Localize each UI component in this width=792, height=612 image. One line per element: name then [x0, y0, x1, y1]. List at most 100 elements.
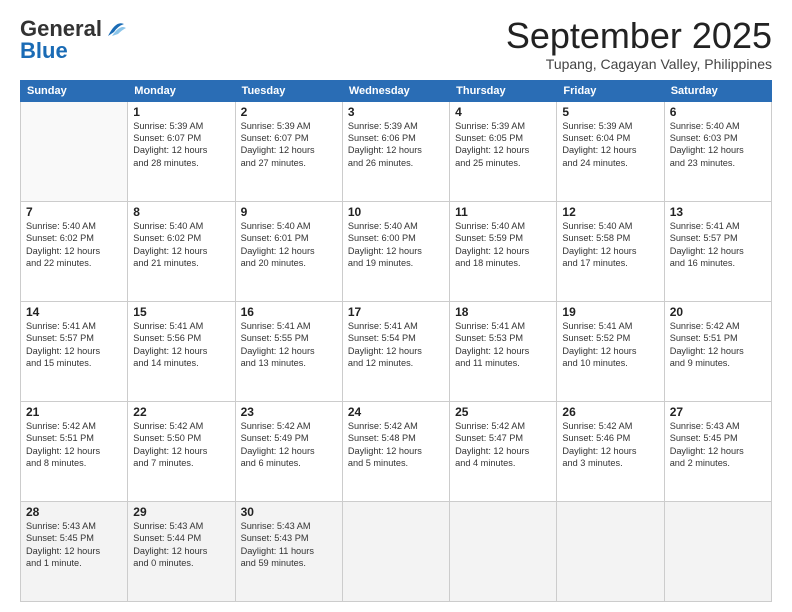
day-number: 20: [670, 305, 766, 319]
day-info: Sunrise: 5:41 AMSunset: 5:53 PMDaylight:…: [455, 320, 551, 370]
table-row: 5Sunrise: 5:39 AMSunset: 6:04 PMDaylight…: [557, 101, 664, 201]
col-sunday: Sunday: [21, 80, 128, 101]
day-info: Sunrise: 5:41 AMSunset: 5:57 PMDaylight:…: [26, 320, 122, 370]
table-row: 14Sunrise: 5:41 AMSunset: 5:57 PMDayligh…: [21, 301, 128, 401]
header: General Blue September 2025 Tupang, Caga…: [20, 16, 772, 72]
day-info: Sunrise: 5:40 AMSunset: 6:00 PMDaylight:…: [348, 220, 444, 270]
day-number: 4: [455, 105, 551, 119]
table-row: 3Sunrise: 5:39 AMSunset: 6:06 PMDaylight…: [342, 101, 449, 201]
day-info: Sunrise: 5:39 AMSunset: 6:04 PMDaylight:…: [562, 120, 658, 170]
table-row: 21Sunrise: 5:42 AMSunset: 5:51 PMDayligh…: [21, 401, 128, 501]
table-row: 10Sunrise: 5:40 AMSunset: 6:00 PMDayligh…: [342, 201, 449, 301]
table-row: 1Sunrise: 5:39 AMSunset: 6:07 PMDaylight…: [128, 101, 235, 201]
table-row: 12Sunrise: 5:40 AMSunset: 5:58 PMDayligh…: [557, 201, 664, 301]
day-number: 22: [133, 405, 229, 419]
table-row: 30Sunrise: 5:43 AMSunset: 5:43 PMDayligh…: [235, 501, 342, 601]
day-info: Sunrise: 5:39 AMSunset: 6:07 PMDaylight:…: [133, 120, 229, 170]
day-info: Sunrise: 5:42 AMSunset: 5:51 PMDaylight:…: [670, 320, 766, 370]
table-row: 24Sunrise: 5:42 AMSunset: 5:48 PMDayligh…: [342, 401, 449, 501]
calendar-week-row: 7 Sunrise: 5:40 AMSunset: 6:02 PMDaylight…: [21, 201, 772, 301]
day-number: 8: [133, 205, 229, 219]
location-subtitle: Tupang, Cagayan Valley, Philippines: [506, 56, 772, 72]
table-row: 19Sunrise: 5:41 AMSunset: 5:52 PMDayligh…: [557, 301, 664, 401]
day-number: 2: [241, 105, 337, 119]
col-saturday: Saturday: [664, 80, 771, 101]
table-row: 18Sunrise: 5:41 AMSunset: 5:53 PMDayligh…: [450, 301, 557, 401]
day-info: Sunrise: 5:41 AMSunset: 5:55 PMDaylight:…: [241, 320, 337, 370]
day-number: 14: [26, 305, 122, 319]
day-number: 15: [133, 305, 229, 319]
day-info: Sunrise: 5:40 AMSunset: 6:02 PMDaylight:…: [133, 220, 229, 270]
day-number: 21: [26, 405, 122, 419]
day-number: 29: [133, 505, 229, 519]
table-row: 22Sunrise: 5:42 AMSunset: 5:50 PMDayligh…: [128, 401, 235, 501]
table-row: 26Sunrise: 5:42 AMSunset: 5:46 PMDayligh…: [557, 401, 664, 501]
day-number: 16: [241, 305, 337, 319]
table-row: 11Sunrise: 5:40 AMSunset: 5:59 PMDayligh…: [450, 201, 557, 301]
table-row: 28Sunrise: 5:43 AMSunset: 5:45 PMDayligh…: [21, 501, 128, 601]
day-number: 28: [26, 505, 122, 519]
table-row: 13Sunrise: 5:41 AMSunset: 5:57 PMDayligh…: [664, 201, 771, 301]
calendar-week-row: 14Sunrise: 5:41 AMSunset: 5:57 PMDayligh…: [21, 301, 772, 401]
table-row: 23Sunrise: 5:42 AMSunset: 5:49 PMDayligh…: [235, 401, 342, 501]
day-info: Sunrise: 5:39 AMSunset: 6:06 PMDaylight:…: [348, 120, 444, 170]
table-row: 4Sunrise: 5:39 AMSunset: 6:05 PMDaylight…: [450, 101, 557, 201]
table-row: 16Sunrise: 5:41 AMSunset: 5:55 PMDayligh…: [235, 301, 342, 401]
logo: General Blue: [20, 16, 126, 64]
day-info: Sunrise: 5:39 AMSunset: 6:05 PMDaylight:…: [455, 120, 551, 170]
day-number: 24: [348, 405, 444, 419]
day-number: 26: [562, 405, 658, 419]
day-info: Sunrise: 5:43 AMSunset: 5:43 PMDaylight:…: [241, 520, 337, 570]
day-number: 10: [348, 205, 444, 219]
col-thursday: Thursday: [450, 80, 557, 101]
day-number: 19: [562, 305, 658, 319]
day-number: 9: [241, 205, 337, 219]
table-row: 25Sunrise: 5:42 AMSunset: 5:47 PMDayligh…: [450, 401, 557, 501]
day-info: Sunrise: 5:43 AMSunset: 5:45 PMDaylight:…: [670, 420, 766, 470]
day-info: Sunrise: 5:42 AMSunset: 5:48 PMDaylight:…: [348, 420, 444, 470]
day-info: Sunrise: 5:42 AMSunset: 5:46 PMDaylight:…: [562, 420, 658, 470]
day-number: 3: [348, 105, 444, 119]
calendar-week-row: 28Sunrise: 5:43 AMSunset: 5:45 PMDayligh…: [21, 501, 772, 601]
day-info: Sunrise: 5:41 AMSunset: 5:54 PMDaylight:…: [348, 320, 444, 370]
day-number: 23: [241, 405, 337, 419]
day-info: Sunrise: 5:40 AMSunset: 5:58 PMDaylight:…: [562, 220, 658, 270]
day-number: 17: [348, 305, 444, 319]
col-monday: Monday: [128, 80, 235, 101]
day-number: 11: [455, 205, 551, 219]
day-number: 6: [670, 105, 766, 119]
col-tuesday: Tuesday: [235, 80, 342, 101]
day-info: Sunrise: 5:43 AMSunset: 5:44 PMDaylight:…: [133, 520, 229, 570]
table-row: 17Sunrise: 5:41 AMSunset: 5:54 PMDayligh…: [342, 301, 449, 401]
calendar-week-row: 1Sunrise: 5:39 AMSunset: 6:07 PMDaylight…: [21, 101, 772, 201]
day-info: Sunrise: 5:41 AMSunset: 5:57 PMDaylight:…: [670, 220, 766, 270]
day-number: 27: [670, 405, 766, 419]
day-info: Sunrise: 5:42 AMSunset: 5:51 PMDaylight:…: [26, 420, 122, 470]
day-info: Sunrise: 5:40 AMSunset: 6:03 PMDaylight:…: [670, 120, 766, 170]
table-row: 9Sunrise: 5:40 AMSunset: 6:01 PMDaylight…: [235, 201, 342, 301]
logo-wing-icon: [104, 18, 126, 40]
day-number: 25: [455, 405, 551, 419]
day-number: 13: [670, 205, 766, 219]
table-row: 29Sunrise: 5:43 AMSunset: 5:44 PMDayligh…: [128, 501, 235, 601]
month-title: September 2025: [506, 16, 772, 56]
day-info: Sunrise: 5:41 AMSunset: 5:52 PMDaylight:…: [562, 320, 658, 370]
table-row: 2Sunrise: 5:39 AMSunset: 6:07 PMDaylight…: [235, 101, 342, 201]
day-number: 12: [562, 205, 658, 219]
table-row: [450, 501, 557, 601]
table-row: [21, 101, 128, 201]
table-row: 15Sunrise: 5:41 AMSunset: 5:56 PMDayligh…: [128, 301, 235, 401]
logo-blue: Blue: [20, 38, 68, 64]
day-info: Sunrise: 5:42 AMSunset: 5:47 PMDaylight:…: [455, 420, 551, 470]
day-number: 7: [26, 205, 122, 219]
calendar-table: Sunday Monday Tuesday Wednesday Thursday…: [20, 80, 772, 602]
page: General Blue September 2025 Tupang, Caga…: [0, 0, 792, 612]
day-number: 5: [562, 105, 658, 119]
col-friday: Friday: [557, 80, 664, 101]
table-row: 8Sunrise: 5:40 AMSunset: 6:02 PMDaylight…: [128, 201, 235, 301]
day-info: Sunrise: 5:42 AMSunset: 5:49 PMDaylight:…: [241, 420, 337, 470]
table-row: 27Sunrise: 5:43 AMSunset: 5:45 PMDayligh…: [664, 401, 771, 501]
day-info: Sunrise: 5:39 AMSunset: 6:07 PMDaylight:…: [241, 120, 337, 170]
col-wednesday: Wednesday: [342, 80, 449, 101]
table-row: 20Sunrise: 5:42 AMSunset: 5:51 PMDayligh…: [664, 301, 771, 401]
